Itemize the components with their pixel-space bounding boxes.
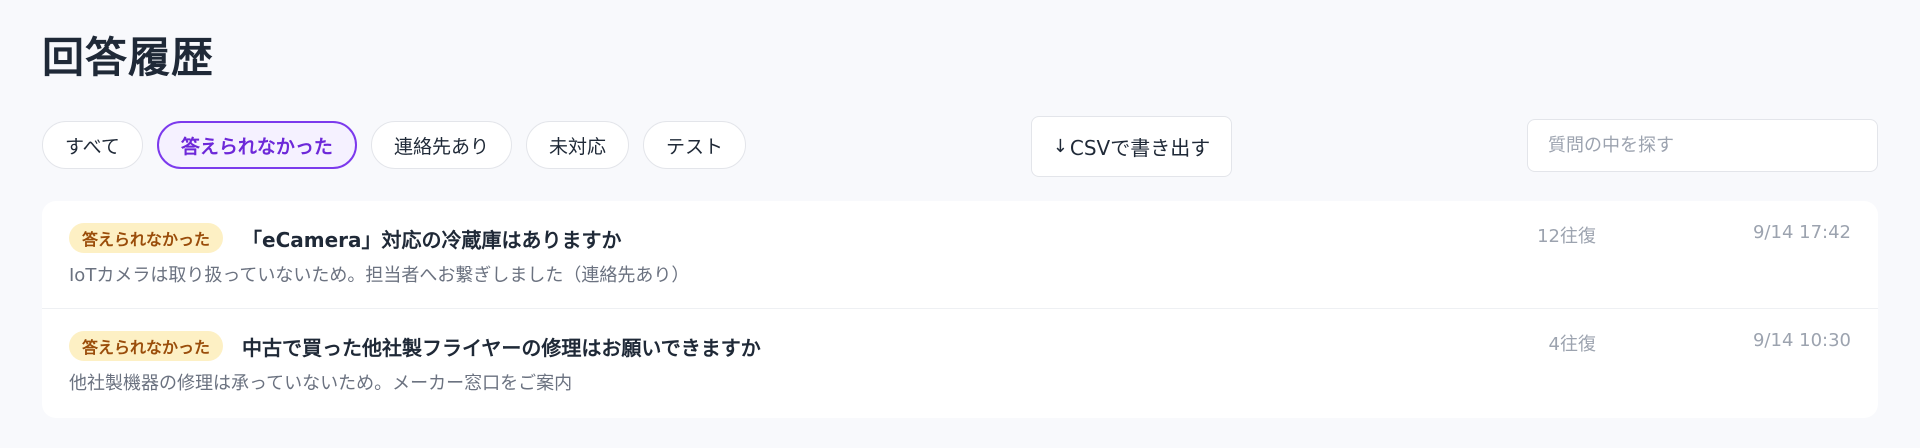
answer-history-page: 回答履歴 すべて 答えられなかった 連絡先あり 未対応 テスト ↓ CSVで書き…: [0, 0, 1920, 448]
history-list: 答えられなかった 「eCamera」対応の冷蔵庫はありますか 12往復 9/14…: [42, 201, 1878, 418]
turn-count: 12往復: [1537, 226, 1596, 247]
csv-export-button[interactable]: ↓ CSVで書き出す: [1031, 116, 1232, 177]
question-search-input[interactable]: [1527, 119, 1878, 172]
question-title: 「eCamera」対応の冷蔵庫はありますか: [242, 228, 622, 252]
status-badge: 答えられなかった: [69, 223, 224, 253]
filter-chip-group: すべて 答えられなかった 連絡先あり 未対応 テスト: [42, 121, 746, 169]
question-title: 中古で買った他社製フライヤーの修理はお願いできますか: [242, 336, 761, 360]
turn-count: 4往復: [1548, 334, 1596, 355]
timestamp: 9/14 17:42: [1752, 222, 1851, 243]
download-arrow-icon: ↓: [1052, 136, 1068, 157]
filter-chip-unhandled[interactable]: 未対応: [525, 121, 629, 169]
status-badge: 答えられなかった: [69, 331, 224, 361]
filter-chip-has-contact[interactable]: 連絡先あり: [370, 121, 512, 169]
answer-summary: 他社製機器の修理は承っていないため。メーカー窓口をご案内: [69, 373, 573, 394]
page-title: 回答履歴: [42, 33, 215, 82]
list-item[interactable]: 答えられなかった 中古で買った他社製フライヤーの修理はお願いできますか 4往復 …: [42, 309, 1878, 417]
list-item[interactable]: 答えられなかった 「eCamera」対応の冷蔵庫はありますか 12往復 9/14…: [42, 201, 1878, 309]
timestamp: 9/14 10:30: [1752, 330, 1851, 351]
answer-summary: IoTカメラは取り扱っていないため。担当者へお繋ぎしました（連絡先あり）: [69, 265, 690, 286]
filter-chip-unanswered[interactable]: 答えられなかった: [156, 121, 357, 169]
csv-export-label: CSVで書き出す: [1069, 136, 1211, 160]
filter-chip-all[interactable]: すべて: [42, 121, 143, 169]
filter-chip-test[interactable]: テスト: [642, 121, 746, 169]
